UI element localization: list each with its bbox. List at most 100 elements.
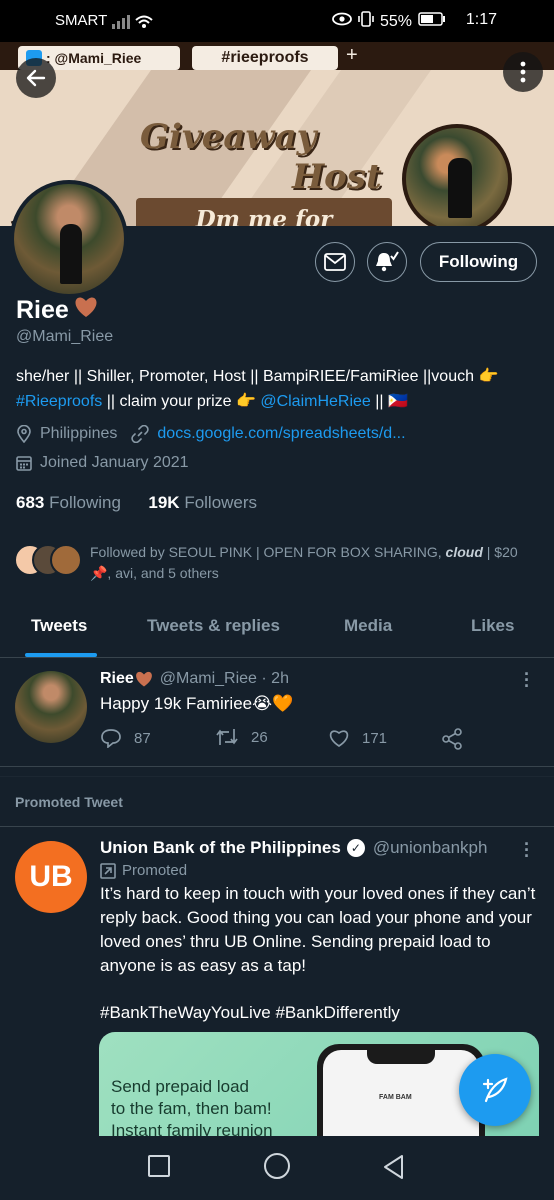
following-count-link[interactable]: 683 Following — [16, 493, 121, 512]
promoted-arrow-icon — [100, 862, 116, 879]
clock: 1:17 — [465, 11, 497, 28]
banner-photo — [402, 124, 512, 226]
compose-feather-icon — [482, 1077, 508, 1103]
bell-check-icon — [376, 251, 399, 272]
followed-by-text: Followed by SEOUL PINK | OPEN FOR BOX SH… — [90, 542, 540, 584]
retweet-button[interactable]: 26 — [215, 728, 268, 746]
profile-avatar[interactable] — [10, 180, 128, 298]
reply-icon — [101, 729, 121, 748]
tab-likes[interactable]: Likes — [471, 616, 514, 636]
back-button[interactable] — [16, 58, 56, 98]
followed-by-part: cloud — [445, 544, 483, 560]
tweet-author-handle: @Mami_Riee — [159, 670, 257, 687]
location-text: Philippines — [40, 425, 118, 442]
recent-apps-button[interactable] — [147, 1154, 171, 1183]
tweet-more-button[interactable]: · · · — [522, 665, 532, 695]
retweet-count: 26 — [251, 728, 268, 746]
reply-button[interactable]: 87 — [100, 728, 151, 748]
mini-avatar — [50, 544, 82, 576]
phone-chat-title: FAM BAM — [379, 1094, 412, 1101]
tweet-header: Riee @Mami_Riee · 2h — [100, 670, 289, 688]
more-vertical-icon — [520, 61, 526, 83]
promoted-author-handle: @unionbankph — [372, 838, 488, 857]
avatar-image — [14, 184, 124, 294]
banner-handle-text: : @Mami_Riee — [46, 50, 142, 66]
followers-count-link[interactable]: 19K Followers — [148, 493, 257, 512]
mail-icon — [324, 253, 346, 271]
back-nav-button[interactable] — [382, 1154, 406, 1185]
share-button[interactable] — [441, 728, 463, 750]
bio-text: || claim your prize 👉 — [102, 393, 261, 410]
calendar-icon — [16, 456, 32, 471]
banner-promo: Dm me for promotion — [136, 198, 392, 226]
circle-icon — [264, 1153, 290, 1179]
message-button[interactable] — [315, 242, 355, 282]
promoted-more-button[interactable]: · · · — [522, 835, 532, 865]
promoted-author-name[interactable]: Union Bank of the Philippines — [100, 838, 341, 858]
promoted-divider — [0, 826, 554, 827]
reply-count: 87 — [134, 729, 151, 747]
website-link[interactable]: docs.google.com/spreadsheets/d... — [157, 425, 405, 443]
home-button[interactable] — [263, 1152, 291, 1185]
share-icon — [442, 728, 462, 750]
followed-by-avatars — [14, 544, 84, 578]
profile-name: Riee — [16, 295, 99, 326]
unionbank-logo-text: UB — [29, 860, 73, 893]
profile-handle: @Mami_Riee — [16, 328, 114, 345]
phone-screen: FAM BAM — [323, 1050, 479, 1136]
tab-active-indicator — [25, 653, 97, 657]
unionbank-avatar[interactable]: UB — [15, 841, 87, 913]
followers-count: 19K — [148, 493, 180, 512]
bio-hashtag-link[interactable]: #Rieeproofs — [16, 393, 102, 410]
card-line: Send prepaid load — [111, 1077, 250, 1096]
battery-icon — [418, 12, 446, 31]
bio-text: || 🇵🇭 — [370, 393, 408, 410]
system-nav-bar — [0, 1136, 554, 1200]
eye-icon — [332, 12, 352, 31]
following-label: Following — [49, 493, 121, 512]
tab-tweets[interactable]: Tweets — [31, 616, 87, 636]
vibrate-icon — [358, 11, 374, 32]
compose-tweet-button[interactable] — [459, 1054, 531, 1126]
more-options-button[interactable] — [503, 52, 543, 92]
location-pin-icon — [17, 425, 31, 443]
tweet-avatar[interactable] — [15, 671, 87, 743]
promoted-label: Promoted — [122, 862, 188, 879]
joined-text: Joined January 2021 — [40, 454, 189, 471]
bio-mention-link[interactable]: @ClaimHeRiee — [260, 393, 371, 410]
tab-media[interactable]: Media — [344, 616, 392, 636]
tweet-author-name[interactable]: Riee — [100, 670, 134, 688]
orange-heart-icon — [135, 671, 152, 687]
promoted-hashtags[interactable]: #BankTheWayYouLive #BankDifferently — [100, 1001, 400, 1025]
following-count: 683 — [16, 493, 45, 512]
phone-notch — [367, 1050, 435, 1064]
follow-counts: 683 Following 19K Followers — [16, 493, 257, 513]
status-bar: SMART 55% 1:17 — [0, 0, 554, 42]
tweet-actions: 87 26 171 — [100, 728, 480, 754]
banner-tag-chip: #rieeproofs — [192, 46, 338, 70]
square-icon — [148, 1155, 170, 1177]
notifications-button[interactable] — [367, 242, 407, 282]
promoted-header: Union Bank of the Philippines ✓ @unionba… — [100, 838, 487, 858]
promoted-section-label: Promoted Tweet — [15, 794, 123, 810]
followers-label: Followers — [184, 493, 258, 512]
signal-wifi-icons — [112, 12, 154, 34]
tab-tweets-replies[interactable]: Tweets & replies — [147, 616, 280, 636]
card-line: to the fam, then bam! — [111, 1099, 272, 1118]
tweet-time: · 2h — [261, 670, 289, 687]
retweet-icon — [216, 729, 238, 745]
tweet-divider — [0, 766, 554, 767]
profile-name-text: Riee — [16, 296, 69, 324]
following-button[interactable]: Following — [420, 242, 537, 282]
like-button[interactable]: 171 — [328, 728, 387, 748]
banner-plus: + — [346, 44, 358, 66]
battery-percent: 55% — [379, 12, 412, 30]
card-text: Send prepaid load to the fam, then bam! … — [111, 1076, 273, 1136]
banner-subtitle: Host — [292, 157, 382, 197]
tweet-text: Happy 19k Famiriee😭🧡 — [100, 694, 294, 713]
profile-bio: she/her || Shiller, Promoter, Host || Ba… — [16, 364, 541, 414]
followed-by-part: Followed by SEOUL PINK | OPEN FOR BOX SH… — [90, 544, 446, 560]
heart-icon — [329, 730, 349, 748]
card-line: Instant family reunion — [111, 1121, 273, 1136]
promoted-badge: Promoted — [100, 862, 187, 879]
